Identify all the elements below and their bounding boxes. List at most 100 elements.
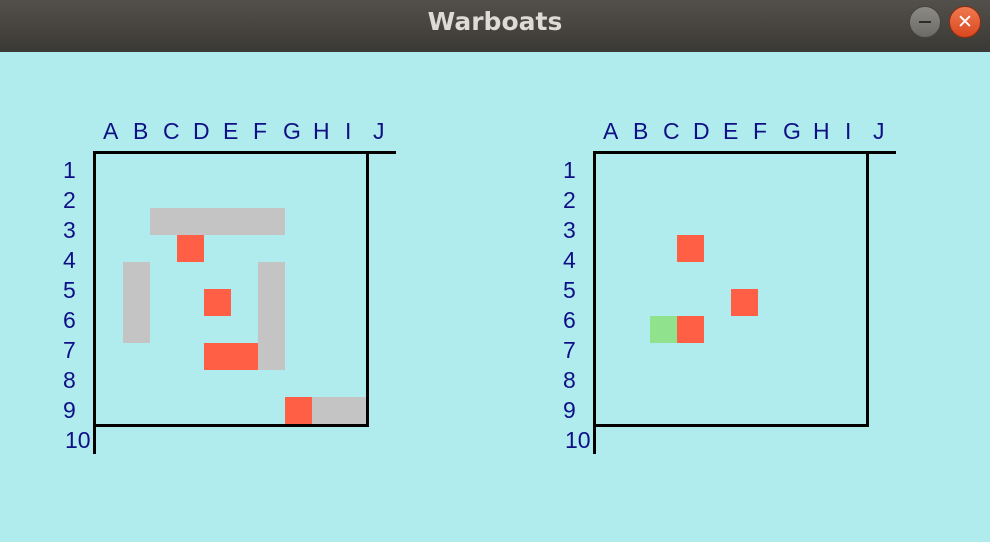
- board-cell-water[interactable]: [785, 262, 815, 292]
- board-cell-water[interactable]: [650, 154, 680, 184]
- board-cell-water[interactable]: [812, 316, 842, 346]
- board-cell-water[interactable]: [650, 343, 680, 373]
- board-cell-hit[interactable]: [204, 289, 234, 319]
- board-cell-water[interactable]: [677, 262, 707, 292]
- board-cell-water[interactable]: [623, 289, 653, 319]
- board-cell-water[interactable]: [812, 370, 842, 400]
- board-cell-water[interactable]: [596, 316, 626, 346]
- board-cell-water[interactable]: [596, 262, 626, 292]
- board-cell-water[interactable]: [285, 262, 315, 292]
- board-cell-water[interactable]: [339, 343, 369, 373]
- board-cell-water[interactable]: [231, 235, 261, 265]
- board-cell-water[interactable]: [596, 181, 626, 211]
- board-cell-water[interactable]: [339, 370, 369, 400]
- board-cell-water[interactable]: [258, 370, 288, 400]
- board-cell-water[interactable]: [123, 370, 153, 400]
- board-cell-water[interactable]: [596, 343, 626, 373]
- board-cell-water[interactable]: [231, 262, 261, 292]
- board-cell-hit[interactable]: [231, 343, 261, 373]
- board-cell-water[interactable]: [312, 208, 342, 238]
- board-cell-water[interactable]: [650, 181, 680, 211]
- board-cell-water[interactable]: [177, 181, 207, 211]
- board-cell-water[interactable]: [596, 397, 626, 427]
- board-cell-water[interactable]: [677, 208, 707, 238]
- board-cell-water[interactable]: [731, 235, 761, 265]
- board-cell-water[interactable]: [285, 208, 315, 238]
- board-cell-miss[interactable]: [650, 316, 680, 346]
- minimize-button[interactable]: [909, 6, 941, 38]
- board-cell-water[interactable]: [758, 343, 788, 373]
- board-cell-water[interactable]: [339, 235, 369, 265]
- board-cell-water[interactable]: [623, 343, 653, 373]
- board-cell-water[interactable]: [339, 208, 369, 238]
- board-cell-water[interactable]: [231, 289, 261, 319]
- board-cell-water[interactable]: [231, 397, 261, 427]
- board-cell-water[interactable]: [339, 316, 369, 346]
- board-cell-water[interactable]: [596, 235, 626, 265]
- board-cell-water[interactable]: [285, 316, 315, 346]
- board-cell-water[interactable]: [285, 181, 315, 211]
- board-cell-water[interactable]: [812, 397, 842, 427]
- board-cell-water[interactable]: [704, 316, 734, 346]
- board-cell-water[interactable]: [339, 181, 369, 211]
- board-cell-water[interactable]: [177, 154, 207, 184]
- board-cell-water[interactable]: [812, 208, 842, 238]
- board-cell-water[interactable]: [731, 343, 761, 373]
- board-cell-water[interactable]: [204, 370, 234, 400]
- board-cell-water[interactable]: [258, 235, 288, 265]
- board-cell-water[interactable]: [704, 262, 734, 292]
- board-cell-water[interactable]: [812, 343, 842, 373]
- board-cell-water[interactable]: [596, 154, 626, 184]
- board-cell-water[interactable]: [785, 235, 815, 265]
- board-cell-water[interactable]: [839, 343, 869, 373]
- board-cell-water[interactable]: [312, 262, 342, 292]
- board-cell-ship[interactable]: [177, 208, 207, 238]
- board-cell-water[interactable]: [339, 289, 369, 319]
- board-cell-ship[interactable]: [258, 262, 288, 292]
- board-cell-water[interactable]: [785, 397, 815, 427]
- board-cell-water[interactable]: [731, 262, 761, 292]
- board-cell-water[interactable]: [758, 181, 788, 211]
- board-cell-ship[interactable]: [231, 208, 261, 238]
- board-cell-water[interactable]: [96, 397, 126, 427]
- board-cell-ship[interactable]: [258, 343, 288, 373]
- board-cell-water[interactable]: [839, 181, 869, 211]
- board-cell-water[interactable]: [623, 370, 653, 400]
- board-cell-water[interactable]: [312, 181, 342, 211]
- board-cell-water[interactable]: [177, 343, 207, 373]
- board-cell-water[interactable]: [123, 154, 153, 184]
- board-cell-water[interactable]: [231, 181, 261, 211]
- board-cell-water[interactable]: [96, 343, 126, 373]
- board-cell-water[interactable]: [677, 397, 707, 427]
- board-cell-water[interactable]: [258, 181, 288, 211]
- board-cell-water[interactable]: [731, 397, 761, 427]
- board-cell-water[interactable]: [150, 154, 180, 184]
- board-cell-water[interactable]: [177, 397, 207, 427]
- board-cell-water[interactable]: [96, 316, 126, 346]
- board-cell-water[interactable]: [785, 289, 815, 319]
- board-cell-water[interactable]: [731, 370, 761, 400]
- board-cell-water[interactable]: [758, 235, 788, 265]
- board-cell-water[interactable]: [339, 154, 369, 184]
- board-cell-ship[interactable]: [339, 397, 369, 427]
- board-cell-water[interactable]: [731, 181, 761, 211]
- board-cell-water[interactable]: [785, 343, 815, 373]
- board-cell-water[interactable]: [677, 181, 707, 211]
- board-cell-water[interactable]: [150, 343, 180, 373]
- board-cell-water[interactable]: [704, 370, 734, 400]
- board-cell-water[interactable]: [312, 343, 342, 373]
- board-cell-hit[interactable]: [177, 235, 207, 265]
- board-cell-water[interactable]: [731, 154, 761, 184]
- board-cell-water[interactable]: [677, 289, 707, 319]
- board-cell-water[interactable]: [812, 181, 842, 211]
- board-cell-water[interactable]: [812, 154, 842, 184]
- board-cell-ship[interactable]: [204, 208, 234, 238]
- board-cell-water[interactable]: [623, 235, 653, 265]
- board-cell-water[interactable]: [96, 370, 126, 400]
- board-cell-water[interactable]: [623, 181, 653, 211]
- board-cell-water[interactable]: [704, 289, 734, 319]
- board-cell-water[interactable]: [785, 316, 815, 346]
- board-cell-water[interactable]: [704, 181, 734, 211]
- board-cell-hit[interactable]: [677, 235, 707, 265]
- board-cell-water[interactable]: [285, 289, 315, 319]
